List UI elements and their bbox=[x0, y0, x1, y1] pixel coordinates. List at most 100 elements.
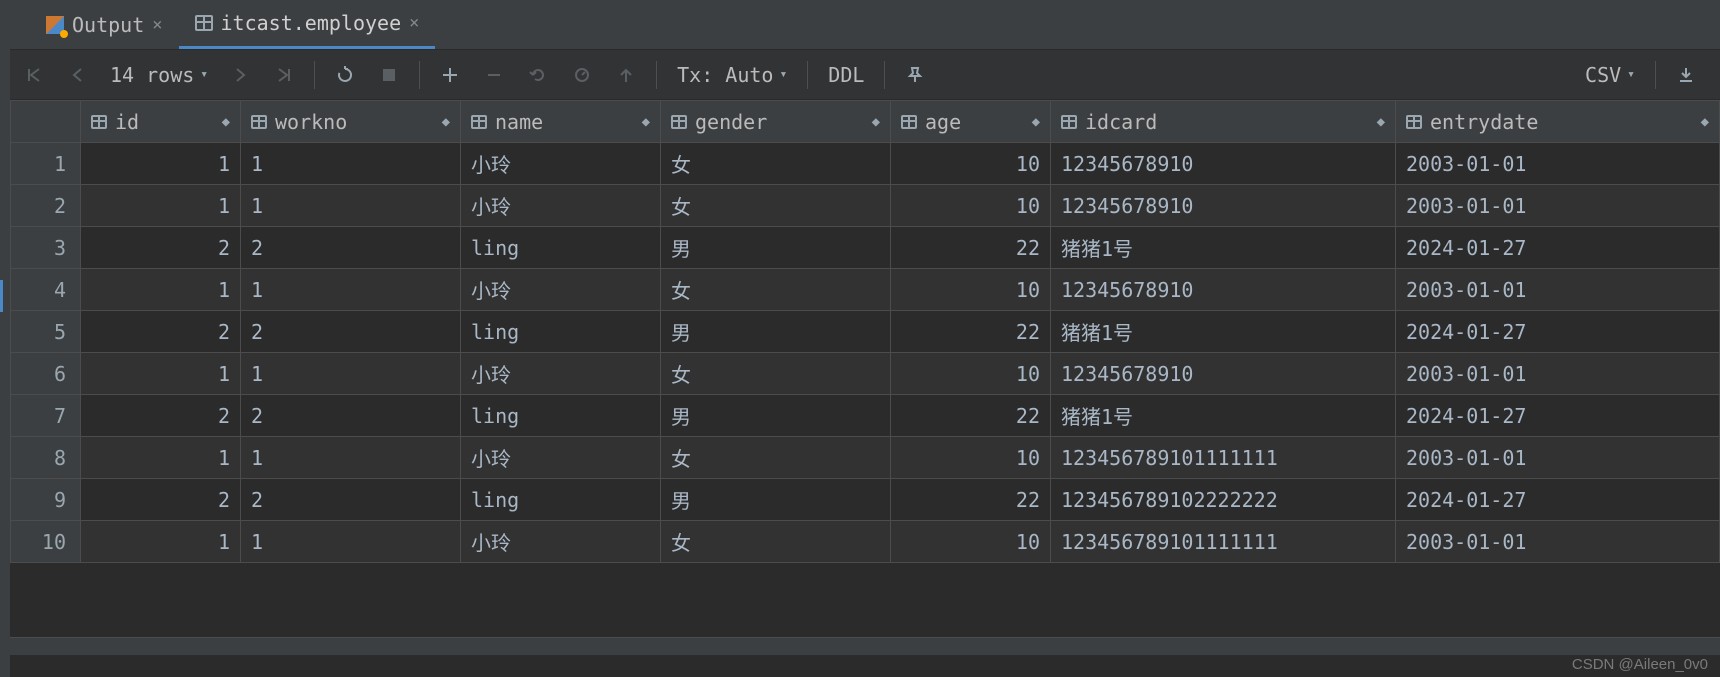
stop-button[interactable] bbox=[369, 55, 409, 95]
cell-gender[interactable]: 男 bbox=[661, 395, 891, 437]
prev-page-button[interactable] bbox=[58, 55, 98, 95]
row-number[interactable]: 10 bbox=[11, 521, 81, 563]
column-header-gender[interactable]: gender◆ bbox=[661, 101, 891, 143]
cell-gender[interactable]: 女 bbox=[661, 353, 891, 395]
row-number[interactable]: 4 bbox=[11, 269, 81, 311]
cell-idcard[interactable]: 12345678910 bbox=[1051, 185, 1396, 227]
cell-workno[interactable]: 1 bbox=[241, 353, 461, 395]
ddl-button[interactable]: DDL bbox=[818, 63, 874, 87]
cell-id[interactable]: 2 bbox=[81, 395, 241, 437]
table-row[interactable]: 722ling男22猪猪1号2024-01-27 bbox=[11, 395, 1720, 437]
cell-idcard[interactable]: 123456789102222222 bbox=[1051, 479, 1396, 521]
cell-id[interactable]: 2 bbox=[81, 479, 241, 521]
cell-workno[interactable]: 1 bbox=[241, 143, 461, 185]
export-format-dropdown[interactable]: CSV ▾ bbox=[1575, 63, 1645, 87]
cell-gender[interactable]: 女 bbox=[661, 143, 891, 185]
sort-icon[interactable]: ◆ bbox=[442, 114, 450, 130]
table-row[interactable]: 922ling男221234567891022222222024-01-27 bbox=[11, 479, 1720, 521]
cell-entrydate[interactable]: 2003-01-01 bbox=[1396, 143, 1720, 185]
cell-age[interactable]: 10 bbox=[891, 269, 1051, 311]
table-row[interactable]: 1011小玲女101234567891011111112003-01-01 bbox=[11, 521, 1720, 563]
cell-gender[interactable]: 女 bbox=[661, 185, 891, 227]
row-number[interactable]: 7 bbox=[11, 395, 81, 437]
sort-icon[interactable]: ◆ bbox=[872, 114, 880, 130]
cell-workno[interactable]: 2 bbox=[241, 479, 461, 521]
table-row[interactable]: 322ling男22猪猪1号2024-01-27 bbox=[11, 227, 1720, 269]
sort-icon[interactable]: ◆ bbox=[1032, 114, 1040, 130]
cell-entrydate[interactable]: 2003-01-01 bbox=[1396, 353, 1720, 395]
cell-workno[interactable]: 2 bbox=[241, 311, 461, 353]
cell-id[interactable]: 1 bbox=[81, 521, 241, 563]
cell-name[interactable]: 小玲 bbox=[461, 521, 661, 563]
cell-name[interactable]: ling bbox=[461, 479, 661, 521]
cell-id[interactable]: 1 bbox=[81, 353, 241, 395]
row-count-dropdown[interactable]: 14 rows ▾ bbox=[102, 63, 216, 87]
cell-name[interactable]: 小玲 bbox=[461, 437, 661, 479]
last-page-button[interactable] bbox=[264, 55, 304, 95]
cell-workno[interactable]: 1 bbox=[241, 269, 461, 311]
row-number[interactable]: 5 bbox=[11, 311, 81, 353]
submit-button[interactable] bbox=[606, 55, 646, 95]
cell-workno[interactable]: 1 bbox=[241, 185, 461, 227]
preview-button[interactable] bbox=[562, 55, 602, 95]
cell-idcard[interactable]: 猪猪1号 bbox=[1051, 311, 1396, 353]
table-row[interactable]: 611小玲女10123456789102003-01-01 bbox=[11, 353, 1720, 395]
cell-gender[interactable]: 女 bbox=[661, 521, 891, 563]
column-header-workno[interactable]: workno◆ bbox=[241, 101, 461, 143]
cell-idcard[interactable]: 123456789101111111 bbox=[1051, 437, 1396, 479]
remove-row-button[interactable] bbox=[474, 55, 514, 95]
cell-entrydate[interactable]: 2024-01-27 bbox=[1396, 395, 1720, 437]
cell-id[interactable]: 1 bbox=[81, 437, 241, 479]
cell-id[interactable]: 1 bbox=[81, 185, 241, 227]
cell-workno[interactable]: 1 bbox=[241, 521, 461, 563]
revert-button[interactable] bbox=[518, 55, 558, 95]
row-number[interactable]: 2 bbox=[11, 185, 81, 227]
sort-icon[interactable]: ◆ bbox=[642, 114, 650, 130]
cell-age[interactable]: 10 bbox=[891, 437, 1051, 479]
pin-button[interactable] bbox=[895, 55, 935, 95]
sort-icon[interactable]: ◆ bbox=[222, 114, 230, 130]
row-number[interactable]: 3 bbox=[11, 227, 81, 269]
cell-name[interactable]: 小玲 bbox=[461, 143, 661, 185]
cell-name[interactable]: 小玲 bbox=[461, 269, 661, 311]
table-row[interactable]: 111小玲女10123456789102003-01-01 bbox=[11, 143, 1720, 185]
next-page-button[interactable] bbox=[220, 55, 260, 95]
cell-entrydate[interactable]: 2024-01-27 bbox=[1396, 479, 1720, 521]
column-header-idcard[interactable]: idcard◆ bbox=[1051, 101, 1396, 143]
cell-entrydate[interactable]: 2003-01-01 bbox=[1396, 521, 1720, 563]
cell-workno[interactable]: 2 bbox=[241, 227, 461, 269]
column-header-age[interactable]: age◆ bbox=[891, 101, 1051, 143]
cell-gender[interactable]: 男 bbox=[661, 311, 891, 353]
cell-idcard[interactable]: 12345678910 bbox=[1051, 143, 1396, 185]
cell-entrydate[interactable]: 2024-01-27 bbox=[1396, 227, 1720, 269]
cell-idcard[interactable]: 猪猪1号 bbox=[1051, 395, 1396, 437]
cell-idcard[interactable]: 12345678910 bbox=[1051, 269, 1396, 311]
add-row-button[interactable] bbox=[430, 55, 470, 95]
download-button[interactable] bbox=[1666, 55, 1706, 95]
close-icon[interactable]: × bbox=[409, 13, 419, 33]
cell-name[interactable]: 小玲 bbox=[461, 353, 661, 395]
cell-entrydate[interactable]: 2003-01-01 bbox=[1396, 437, 1720, 479]
cell-gender[interactable]: 女 bbox=[661, 437, 891, 479]
table-row[interactable]: 411小玲女10123456789102003-01-01 bbox=[11, 269, 1720, 311]
cell-name[interactable]: 小玲 bbox=[461, 185, 661, 227]
close-icon[interactable]: × bbox=[152, 15, 162, 35]
row-number[interactable]: 9 bbox=[11, 479, 81, 521]
cell-id[interactable]: 2 bbox=[81, 227, 241, 269]
table-row[interactable]: 211小玲女10123456789102003-01-01 bbox=[11, 185, 1720, 227]
cell-entrydate[interactable]: 2003-01-01 bbox=[1396, 269, 1720, 311]
cell-idcard[interactable]: 猪猪1号 bbox=[1051, 227, 1396, 269]
cell-idcard[interactable]: 12345678910 bbox=[1051, 353, 1396, 395]
tx-mode-dropdown[interactable]: Tx: Auto ▾ bbox=[667, 63, 797, 87]
row-number[interactable]: 1 bbox=[11, 143, 81, 185]
row-number[interactable]: 8 bbox=[11, 437, 81, 479]
sort-icon[interactable]: ◆ bbox=[1377, 114, 1385, 130]
cell-gender[interactable]: 女 bbox=[661, 269, 891, 311]
cell-name[interactable]: ling bbox=[461, 395, 661, 437]
table-row[interactable]: 811小玲女101234567891011111112003-01-01 bbox=[11, 437, 1720, 479]
column-header-name[interactable]: name◆ bbox=[461, 101, 661, 143]
cell-age[interactable]: 10 bbox=[891, 185, 1051, 227]
cell-workno[interactable]: 2 bbox=[241, 395, 461, 437]
cell-age[interactable]: 22 bbox=[891, 395, 1051, 437]
cell-id[interactable]: 2 bbox=[81, 311, 241, 353]
